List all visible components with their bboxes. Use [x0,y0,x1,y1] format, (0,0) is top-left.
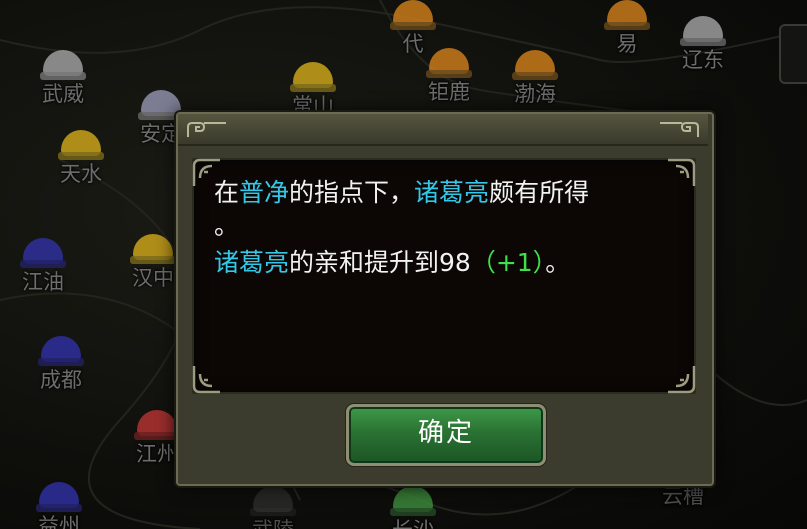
hero-name: 诸葛亮 [414,178,490,207]
corner-ornament-icon [190,362,224,396]
message-text: 在普净的指点下，诸葛亮颇有所得。 诸葛亮的亲和提升到98（+1）。 [214,176,684,279]
city-wuling[interactable]: 武陵 [240,486,306,529]
city-name: 易 [616,32,638,56]
city-liaodong[interactable]: 辽东 [670,16,736,76]
msg-line1-end: 。 [214,211,240,240]
city-name: 钜鹿 [428,80,470,104]
message-panel: 在普净的指点下，诸葛亮颇有所得。 诸葛亮的亲和提升到98（+1）。 [192,158,696,394]
side-menu-button[interactable] [779,24,807,84]
city-name: 益州 [38,514,80,529]
city-name: 辽东 [682,48,724,72]
city-chengdu[interactable]: 成都 [28,336,94,396]
scroll-ornament-icon [184,119,230,141]
city-name: 武威 [42,82,84,106]
msg-line1-pre: 在 [214,178,240,207]
event-dialog: 在普净的指点下，诸葛亮颇有所得。 诸葛亮的亲和提升到98（+1）。 确定 [176,112,714,486]
msg-line2: 诸葛亮的亲和提升到98（+1）。 [214,246,684,279]
city-name: 长沙 [380,514,446,529]
teacher-name: 普净 [239,178,290,207]
city-julu[interactable]: 钜鹿 [416,48,482,108]
city-yi[interactable]: 易 [594,0,660,60]
city-jiangyou[interactable]: 江油 [10,238,76,298]
city-name: 江油 [22,270,64,294]
city-wuwei[interactable]: 武威 [30,50,96,110]
scroll-ornament-icon [656,119,702,141]
dialog-title-bar [178,114,708,146]
city-name: 成都 [40,368,82,392]
city-name: 渤海 [514,82,556,106]
city-changsha[interactable]: 长沙 [380,486,446,529]
city-yizhou[interactable]: 益州 [26,482,92,529]
confirm-button[interactable]: 确定 [346,404,546,466]
hero-name: 诸葛亮 [214,248,290,277]
msg-line2-end: 。 [545,248,571,277]
msg-line1-mid: 的指点下， [289,178,415,207]
msg-line1-post: 颇有所得 [489,178,590,207]
corner-ornament-icon [664,362,698,396]
city-bohai[interactable]: 渤海 [502,50,568,110]
city-tianshui[interactable]: 天水 [48,130,114,190]
city-name: 天水 [60,162,102,186]
city-name: 武陵 [240,514,306,529]
game-screen: 武威 安定 天水 江油 汉中 成都 江州 益州 代 常山 钜鹿 渤海 易 辽东 … [0,0,807,529]
stat-change-text: 的亲和提升到98 [289,248,471,277]
stat-gain: （+1） [470,248,546,277]
